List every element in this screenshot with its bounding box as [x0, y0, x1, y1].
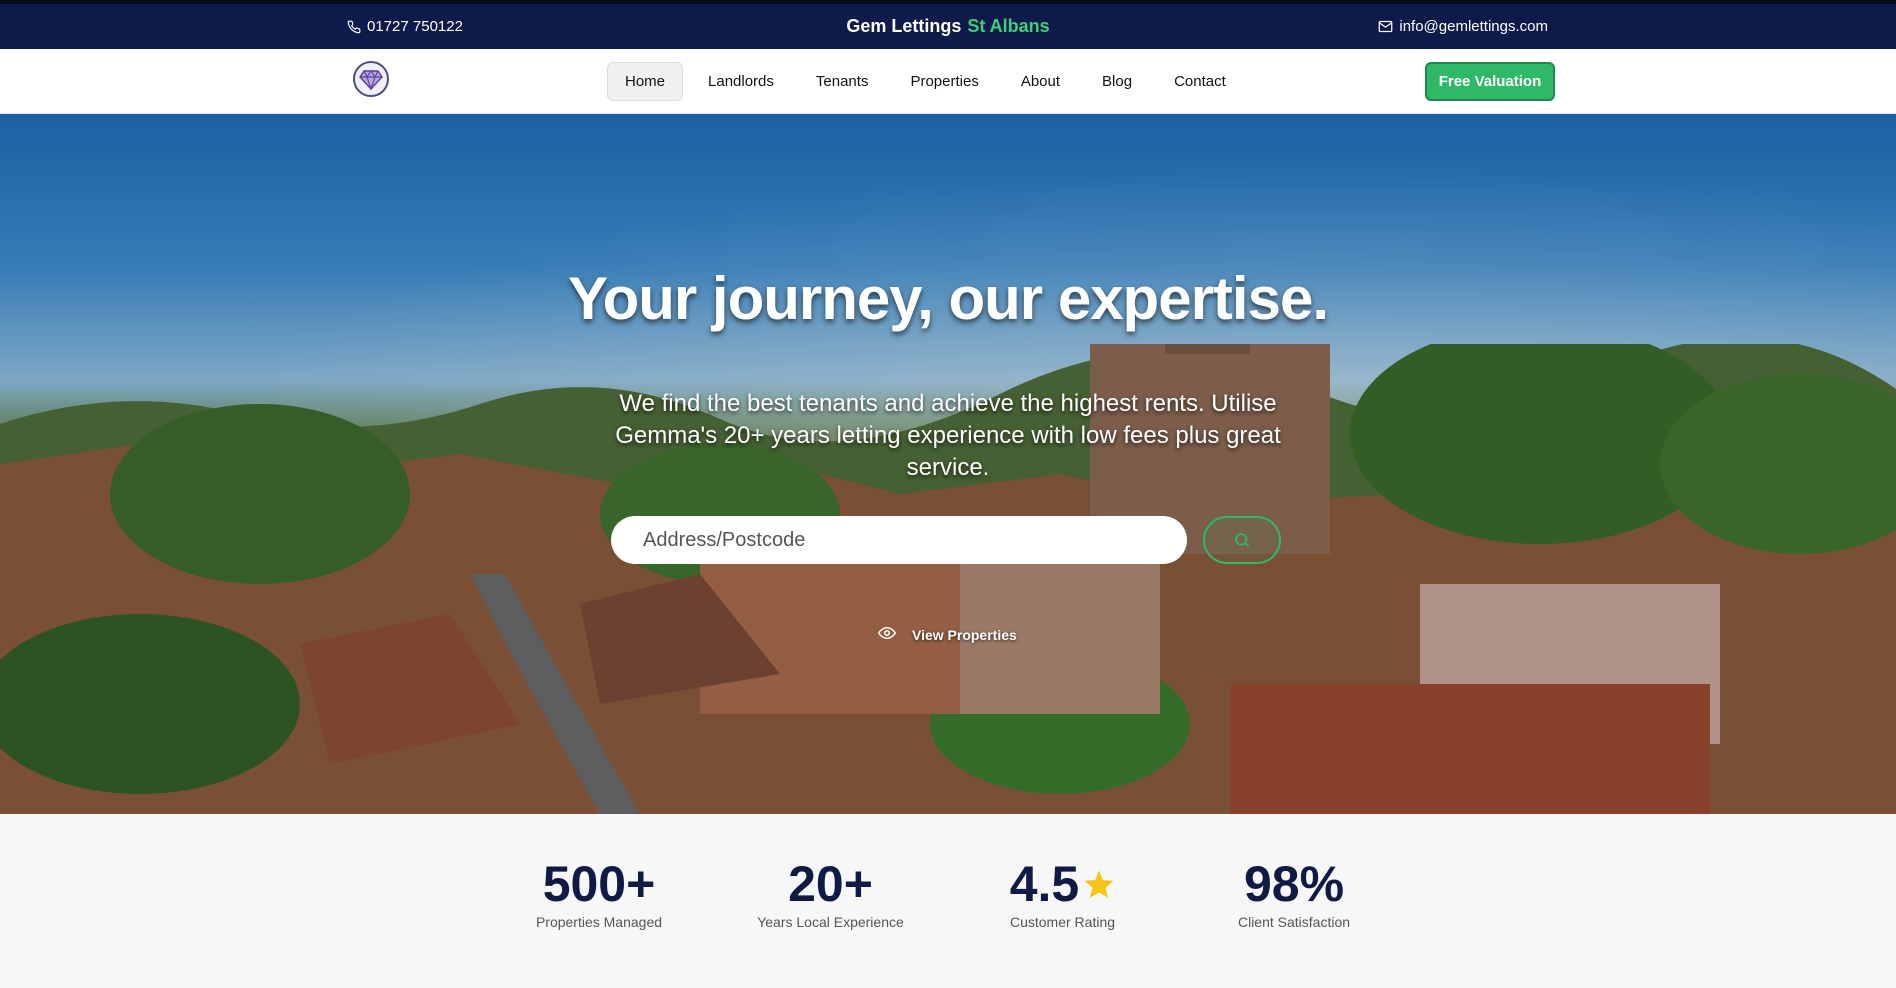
stat-properties-managed: 500+ Properties Managed	[530, 858, 668, 930]
nav-item-home[interactable]: Home	[607, 62, 684, 101]
stat-client-satisfaction: 98% Client Satisfaction	[1230, 858, 1358, 930]
site-brand: Gem Lettings St Albans	[0, 16, 1896, 37]
view-properties-label: View Properties	[912, 626, 1017, 643]
site-logo[interactable]	[353, 61, 389, 97]
view-properties-link[interactable]: View Properties	[877, 626, 1017, 643]
stat-label: Properties Managed	[535, 914, 663, 930]
stat-label: Years Local Experience	[757, 914, 904, 930]
stats-section: 500+ Properties Managed 20+ Years Local …	[0, 814, 1896, 988]
stat-value-row: 4.5	[1000, 858, 1125, 910]
brand-name: Gem Lettings	[846, 16, 962, 36]
free-valuation-button[interactable]: Free Valuation	[1425, 62, 1555, 101]
stat-label: Customer Rating	[1009, 914, 1116, 930]
email-link[interactable]: info@gemlettings.com	[1378, 18, 1548, 35]
stat-label: Client Satisfaction	[1237, 914, 1351, 930]
stat-years-experience: 20+ Years Local Experience	[748, 858, 913, 930]
search-icon	[1235, 533, 1250, 548]
stat-value: 500+	[542, 856, 656, 912]
diamond-icon	[359, 70, 383, 90]
search-button[interactable]	[1203, 516, 1281, 564]
nav-item-blog[interactable]: Blog	[1085, 62, 1149, 101]
address-search-input[interactable]	[611, 516, 1187, 564]
mail-icon	[1378, 20, 1393, 33]
nav-item-about[interactable]: About	[1004, 62, 1077, 101]
nav-item-tenants[interactable]: Tenants	[799, 62, 886, 101]
nav-item-landlords[interactable]: Landlords	[691, 62, 791, 101]
top-bar: 01727 750122 Gem Lettings St Albans info@…	[0, 0, 1896, 49]
stat-value: 20+	[788, 856, 873, 912]
eye-icon	[877, 626, 897, 643]
main-nav: Home Landlords Tenants Properties About …	[0, 49, 1896, 114]
stat-value: 98%	[1243, 856, 1345, 912]
stat-value: 4.5	[1009, 856, 1080, 912]
star-icon	[1084, 870, 1114, 898]
brand-location: St Albans	[967, 16, 1050, 36]
email-address: info@gemlettings.com	[1399, 18, 1548, 35]
stat-customer-rating: 4.5 Customer Rating	[1000, 858, 1125, 930]
hero-heading: Your journey, our expertise.	[568, 265, 1329, 332]
nav-item-properties[interactable]: Properties	[893, 62, 995, 101]
hero-section: Your journey, our expertise. We find the…	[0, 114, 1896, 814]
hero-subheading: We find the best tenants and achieve the…	[615, 390, 1281, 481]
nav-menu: Home Landlords Tenants Properties About …	[607, 62, 1243, 101]
nav-item-contact[interactable]: Contact	[1157, 62, 1243, 101]
